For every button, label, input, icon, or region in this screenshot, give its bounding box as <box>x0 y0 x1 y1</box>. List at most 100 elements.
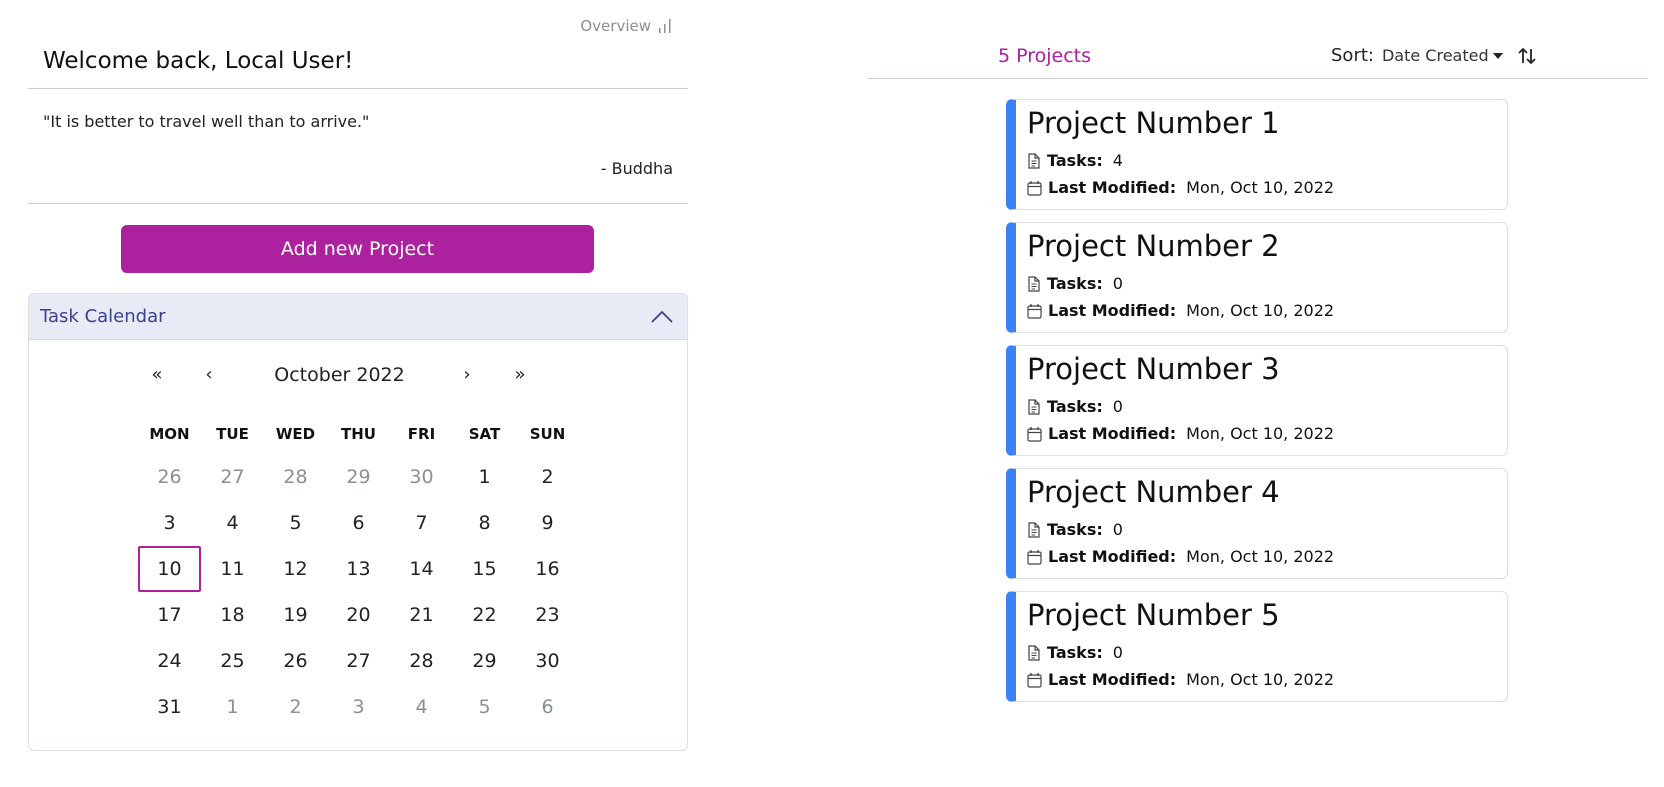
last-modified-date: Mon, Oct 10, 2022 <box>1186 670 1335 689</box>
calendar-day[interactable]: 1 <box>453 454 516 500</box>
calendar-week-row: 31 1 2 3 4 5 6 <box>138 684 579 730</box>
calendar-day[interactable]: 12 <box>264 546 327 592</box>
calendar-day[interactable]: 2 <box>516 454 579 500</box>
project-card[interactable]: Project Number 2 Tasks: 0 Last Modified: Mon… <box>1006 222 1508 333</box>
project-count: 5 Projects <box>998 45 1092 67</box>
project-last-modified: Last Modified: Mon, Oct 10, 2022 <box>1027 666 1507 693</box>
prev-month-button[interactable]: ‹ <box>194 364 224 385</box>
calendar-day[interactable]: 13 <box>327 546 390 592</box>
calendar-week-row: 17 18 19 20 21 22 23 <box>138 592 579 638</box>
calendar-day[interactable]: 22 <box>453 592 516 638</box>
calendar-day[interactable]: 31 <box>138 684 201 730</box>
calendar-day[interactable]: 27 <box>327 638 390 684</box>
file-text-icon <box>1027 644 1047 661</box>
calendar-day[interactable]: 3 <box>327 684 390 730</box>
tasks-count: 4 <box>1112 151 1123 170</box>
calendar-day[interactable]: 23 <box>516 592 579 638</box>
project-last-modified: Last Modified: Mon, Oct 10, 2022 <box>1027 297 1507 324</box>
project-card[interactable]: Project Number 1 Tasks: 4 Last Modified: Mon… <box>1006 99 1508 210</box>
project-tasks: Tasks: 0 <box>1027 270 1507 297</box>
calendar-day[interactable]: 19 <box>264 592 327 638</box>
calendar-day[interactable]: 27 <box>201 454 264 500</box>
calendar-day[interactable]: 6 <box>516 684 579 730</box>
calendar-nav: « ‹ October 2022 › » <box>29 364 687 394</box>
last-modified-label: Last Modified: <box>1048 301 1177 320</box>
calendar-day[interactable]: 26 <box>138 454 201 500</box>
add-project-button[interactable]: Add new Project <box>121 225 594 273</box>
calendar-day-today[interactable]: 10 <box>138 546 201 592</box>
project-last-modified: Last Modified: Mon, Oct 10, 2022 <box>1027 543 1507 570</box>
chevron-up-icon[interactable] <box>649 308 675 326</box>
weekday-label: MON <box>149 425 190 443</box>
prev-year-button[interactable]: « <box>142 364 172 385</box>
calendar-day[interactable]: 11 <box>201 546 264 592</box>
calendar-week-row: 24 25 26 27 28 29 30 <box>138 638 579 684</box>
calendar-header[interactable]: Task Calendar <box>29 294 687 340</box>
tasks-count: 0 <box>1112 397 1123 416</box>
calendar-day[interactable]: 14 <box>390 546 453 592</box>
calendar-day[interactable]: 15 <box>453 546 516 592</box>
calendar-icon <box>1027 180 1048 196</box>
calendar-day[interactable]: 3 <box>138 500 201 546</box>
project-tasks: Tasks: 0 <box>1027 516 1507 543</box>
calendar-day[interactable]: 5 <box>264 500 327 546</box>
calendar-day[interactable]: 7 <box>390 500 453 546</box>
weekday-row: MON TUE WED THU FRI SAT SUN <box>138 414 579 454</box>
calendar-day[interactable]: 4 <box>201 500 264 546</box>
sort-value: Date Created <box>1381 46 1489 65</box>
calendar-day[interactable]: 29 <box>327 454 390 500</box>
last-modified-date: Mon, Oct 10, 2022 <box>1186 424 1335 443</box>
project-card[interactable]: Project Number 4 Tasks: 0 Last Modified: Mon… <box>1006 468 1508 579</box>
calendar-day[interactable]: 1 <box>201 684 264 730</box>
next-year-button[interactable]: » <box>505 364 535 385</box>
calendar-day[interactable]: 8 <box>453 500 516 546</box>
project-card[interactable]: Project Number 5 Tasks: 0 Last Modified: Mon… <box>1006 591 1508 702</box>
project-name: Project Number 5 <box>1027 598 1280 632</box>
calendar-icon <box>1027 549 1048 565</box>
tasks-label: Tasks: <box>1047 274 1103 293</box>
calendar-day[interactable]: 4 <box>390 684 453 730</box>
project-name: Project Number 2 <box>1027 229 1280 263</box>
sort-dropdown[interactable]: Date Created <box>1382 46 1503 65</box>
tasks-count: 0 <box>1112 643 1123 662</box>
project-last-modified: Last Modified: Mon, Oct 10, 2022 <box>1027 420 1507 447</box>
calendar-day[interactable]: 30 <box>516 638 579 684</box>
overview-label: Overview <box>580 17 651 35</box>
calendar-icon <box>1027 426 1048 442</box>
tasks-label: Tasks: <box>1047 397 1103 416</box>
next-month-button[interactable]: › <box>452 364 482 385</box>
calendar-week-row: 10 11 12 13 14 15 16 <box>138 546 579 592</box>
last-modified-label: Last Modified: <box>1048 670 1177 689</box>
calendar-grid: MON TUE WED THU FRI SAT SUN 26 27 28 29 30 1 2… <box>138 414 579 730</box>
calendar-day[interactable]: 18 <box>201 592 264 638</box>
last-modified-date: Mon, Oct 10, 2022 <box>1186 178 1335 197</box>
overview-link[interactable]: Overview <box>580 17 671 35</box>
calendar-day[interactable]: 17 <box>138 592 201 638</box>
weekday-label: SUN <box>529 425 566 443</box>
calendar-day[interactable]: 30 <box>390 454 453 500</box>
file-text-icon <box>1027 521 1047 538</box>
project-card[interactable]: Project Number 3 Tasks: 0 Last Modified: Mon… <box>1006 345 1508 456</box>
file-text-icon <box>1027 275 1047 292</box>
month-label[interactable]: October 2022 <box>267 364 412 386</box>
calendar-day[interactable]: 5 <box>453 684 516 730</box>
calendar-day[interactable]: 29 <box>453 638 516 684</box>
quote-author: - Buddha <box>600 159 673 178</box>
tasks-label: Tasks: <box>1047 151 1103 170</box>
calendar-day[interactable]: 24 <box>138 638 201 684</box>
last-modified-label: Last Modified: <box>1048 424 1177 443</box>
calendar-day[interactable]: 28 <box>390 638 453 684</box>
calendar-day[interactable]: 2 <box>264 684 327 730</box>
calendar-day[interactable]: 20 <box>327 592 390 638</box>
divider <box>28 88 688 89</box>
tasks-label: Tasks: <box>1047 643 1103 662</box>
project-name: Project Number 4 <box>1027 475 1280 509</box>
calendar-day[interactable]: 16 <box>516 546 579 592</box>
calendar-day[interactable]: 26 <box>264 638 327 684</box>
calendar-day[interactable]: 21 <box>390 592 453 638</box>
calendar-day[interactable]: 28 <box>264 454 327 500</box>
calendar-day[interactable]: 9 <box>516 500 579 546</box>
sort-arrows-icon[interactable] <box>1517 47 1537 65</box>
calendar-day[interactable]: 25 <box>201 638 264 684</box>
calendar-day[interactable]: 6 <box>327 500 390 546</box>
